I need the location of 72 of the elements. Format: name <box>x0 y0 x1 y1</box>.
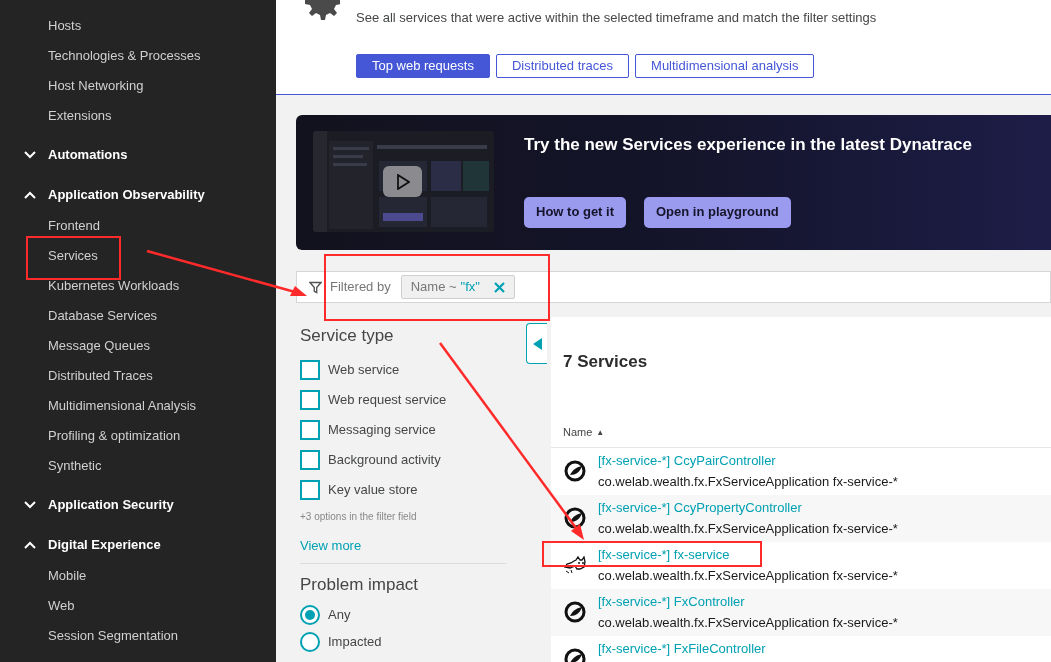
nav-item[interactable]: Database Services <box>0 301 276 331</box>
option-label: Web request service <box>328 390 447 409</box>
chevron-icon <box>24 191 36 199</box>
filter-note: +3 options in the filter field <box>300 509 418 524</box>
gear-icon <box>302 0 340 20</box>
nav-item[interactable]: Host Networking <box>0 71 276 101</box>
nav-item[interactable]: Multidimensional Analysis <box>0 391 276 421</box>
nav-item[interactable]: Web <box>0 591 276 621</box>
chip-value: "fx" <box>460 278 480 297</box>
nav-group-header[interactable]: Digital Experience <box>0 530 276 560</box>
filter-icon <box>309 280 322 294</box>
filter-label: Filtered by <box>330 278 391 297</box>
collapse-icon <box>532 337 542 350</box>
nav-item[interactable]: Frontend <box>0 211 276 241</box>
radio-button[interactable] <box>300 605 320 625</box>
service-detail: co.welab.wealth.fx.FxServiceApplication fx-service-* <box>598 472 898 491</box>
action-button[interactable]: Top web requests <box>356 54 490 78</box>
banner-button[interactable]: Open in playground <box>644 196 791 228</box>
checkbox[interactable] <box>300 449 320 470</box>
filter-section-title: Service type <box>300 325 395 347</box>
sort-indicator: ▲ <box>596 426 605 439</box>
banner-title: Try the new Services experience in the latest Dynatrace <box>524 134 972 156</box>
nav-item[interactable]: Technologies & Processes <box>0 41 276 71</box>
nav-item[interactable]: Services <box>0 241 276 271</box>
service-detail: co.welab.wealth.fx.FxServiceApplication fx-service-* <box>598 519 898 538</box>
nav-group-header[interactable]: Application Security <box>0 490 276 520</box>
option-label: Impacted <box>328 633 382 652</box>
service-detail: co.welab.wealth.fx.FxServiceApplication fx-service-* <box>598 566 898 585</box>
chevron-icon <box>24 541 36 549</box>
chevron-icon <box>24 151 36 159</box>
column-header[interactable]: Name ▲ <box>563 424 605 441</box>
page-description: See all services that were active within the selected timeframe and match the filter settings <box>356 9 877 27</box>
nav-item[interactable]: Distributed Traces <box>0 361 276 391</box>
nav-item[interactable]: Extensions <box>0 101 276 131</box>
remove-filter-button[interactable] <box>493 281 505 293</box>
checkbox[interactable] <box>300 479 320 500</box>
nav-item[interactable]: Message Queues <box>0 331 276 361</box>
banner-button[interactable]: How to get it <box>524 196 626 228</box>
table-row[interactable]: [fx-service-*] CcyPropertyController co.welab.wealth.fx.FxServiceApplication fx-service-* <box>551 494 1051 542</box>
option-label: Any <box>328 606 351 625</box>
cat-icon <box>562 556 587 574</box>
play-icon <box>395 173 410 190</box>
option-label: Key value store <box>328 480 418 499</box>
nav-group-header[interactable]: Application Observability <box>0 180 276 210</box>
radio-button[interactable] <box>300 632 320 652</box>
leaf-icon <box>563 460 586 482</box>
option-label: Messaging service <box>328 420 436 439</box>
nav-item[interactable]: Mobile <box>0 561 276 591</box>
service-detail: co.welab.wealth.fx.FxServiceApplication fx-service-* <box>598 613 898 632</box>
action-button[interactable]: Distributed traces <box>495 54 630 78</box>
nav-group-header[interactable]: Automations <box>0 140 276 170</box>
nav-item[interactable]: Kubernetes Workloads <box>0 271 276 301</box>
nav-item[interactable]: Hosts <box>0 11 276 41</box>
collapse-tab[interactable] <box>526 323 547 364</box>
option-label: Background activity <box>328 450 441 469</box>
checkbox[interactable] <box>300 389 320 410</box>
chevron-icon <box>24 501 36 509</box>
filter-section-title: Problem impact <box>300 574 420 596</box>
checkbox[interactable] <box>300 359 320 380</box>
leaf-icon <box>563 507 586 529</box>
panel-title: 7 Services <box>563 351 649 373</box>
chip-key: Name ~ <box>410 277 457 297</box>
nav-item[interactable]: Synthetic <box>0 451 276 481</box>
action-button[interactable]: Multidimensional analysis <box>635 54 815 78</box>
leaf-icon <box>563 601 586 623</box>
checkbox[interactable] <box>300 419 320 440</box>
nav-item[interactable]: Profiling & optimization <box>0 421 276 451</box>
option-label: Web service <box>328 360 400 379</box>
close-icon <box>493 281 505 293</box>
play-button[interactable] <box>383 166 422 197</box>
table-row[interactable]: [fx-service-*] FxController co.welab.wealth.fx.FxServiceApplication fx-service-* <box>551 588 1051 636</box>
nav-item[interactable]: Session Segmentation <box>0 621 276 651</box>
